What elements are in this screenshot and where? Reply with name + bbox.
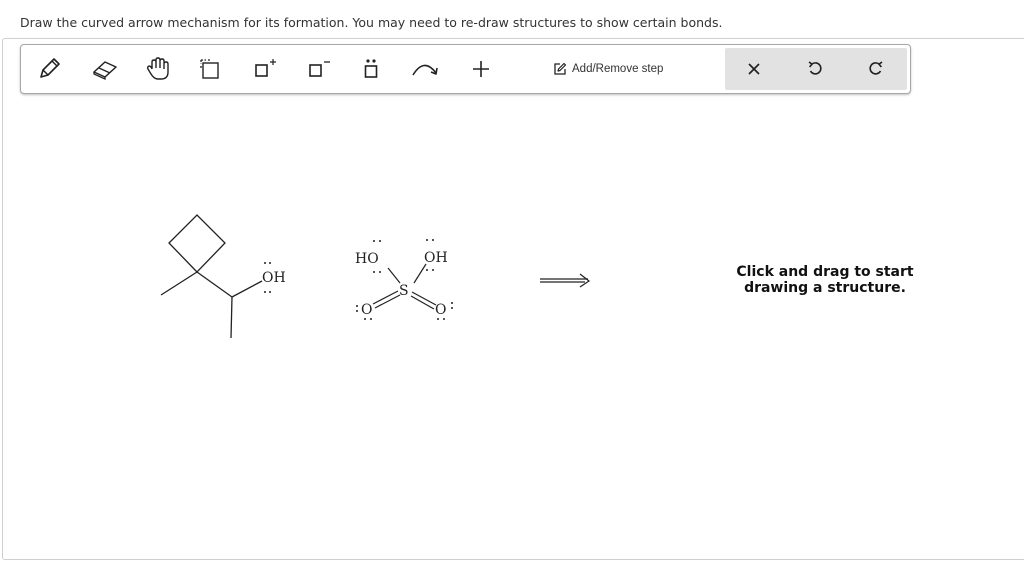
alcohol-oh-label: OH <box>262 270 286 286</box>
page: Draw the curved arrow mechanism for its … <box>0 0 1024 563</box>
cyclobutane-ring <box>168 214 226 273</box>
methyl-down-bond <box>230 296 233 339</box>
acid-s-label: S <box>399 283 409 299</box>
reaction-arrow <box>540 273 591 288</box>
acid-o-left-label: O <box>361 302 372 318</box>
hint-line-1: Click and drag to start <box>736 264 914 280</box>
acid-oh-label: OH <box>424 250 448 266</box>
hint-line-2: drawing a structure. <box>744 280 906 296</box>
methyl-bond <box>160 271 198 296</box>
c-o-bond <box>231 280 263 298</box>
acid-o-right-label: O <box>435 302 446 318</box>
chain-bond <box>196 271 233 298</box>
acid-ho-label: HO <box>355 251 379 267</box>
alcohol-molecule[interactable] <box>160 214 263 339</box>
drawing-hint: Click and drag to start drawing a struct… <box>725 264 925 296</box>
